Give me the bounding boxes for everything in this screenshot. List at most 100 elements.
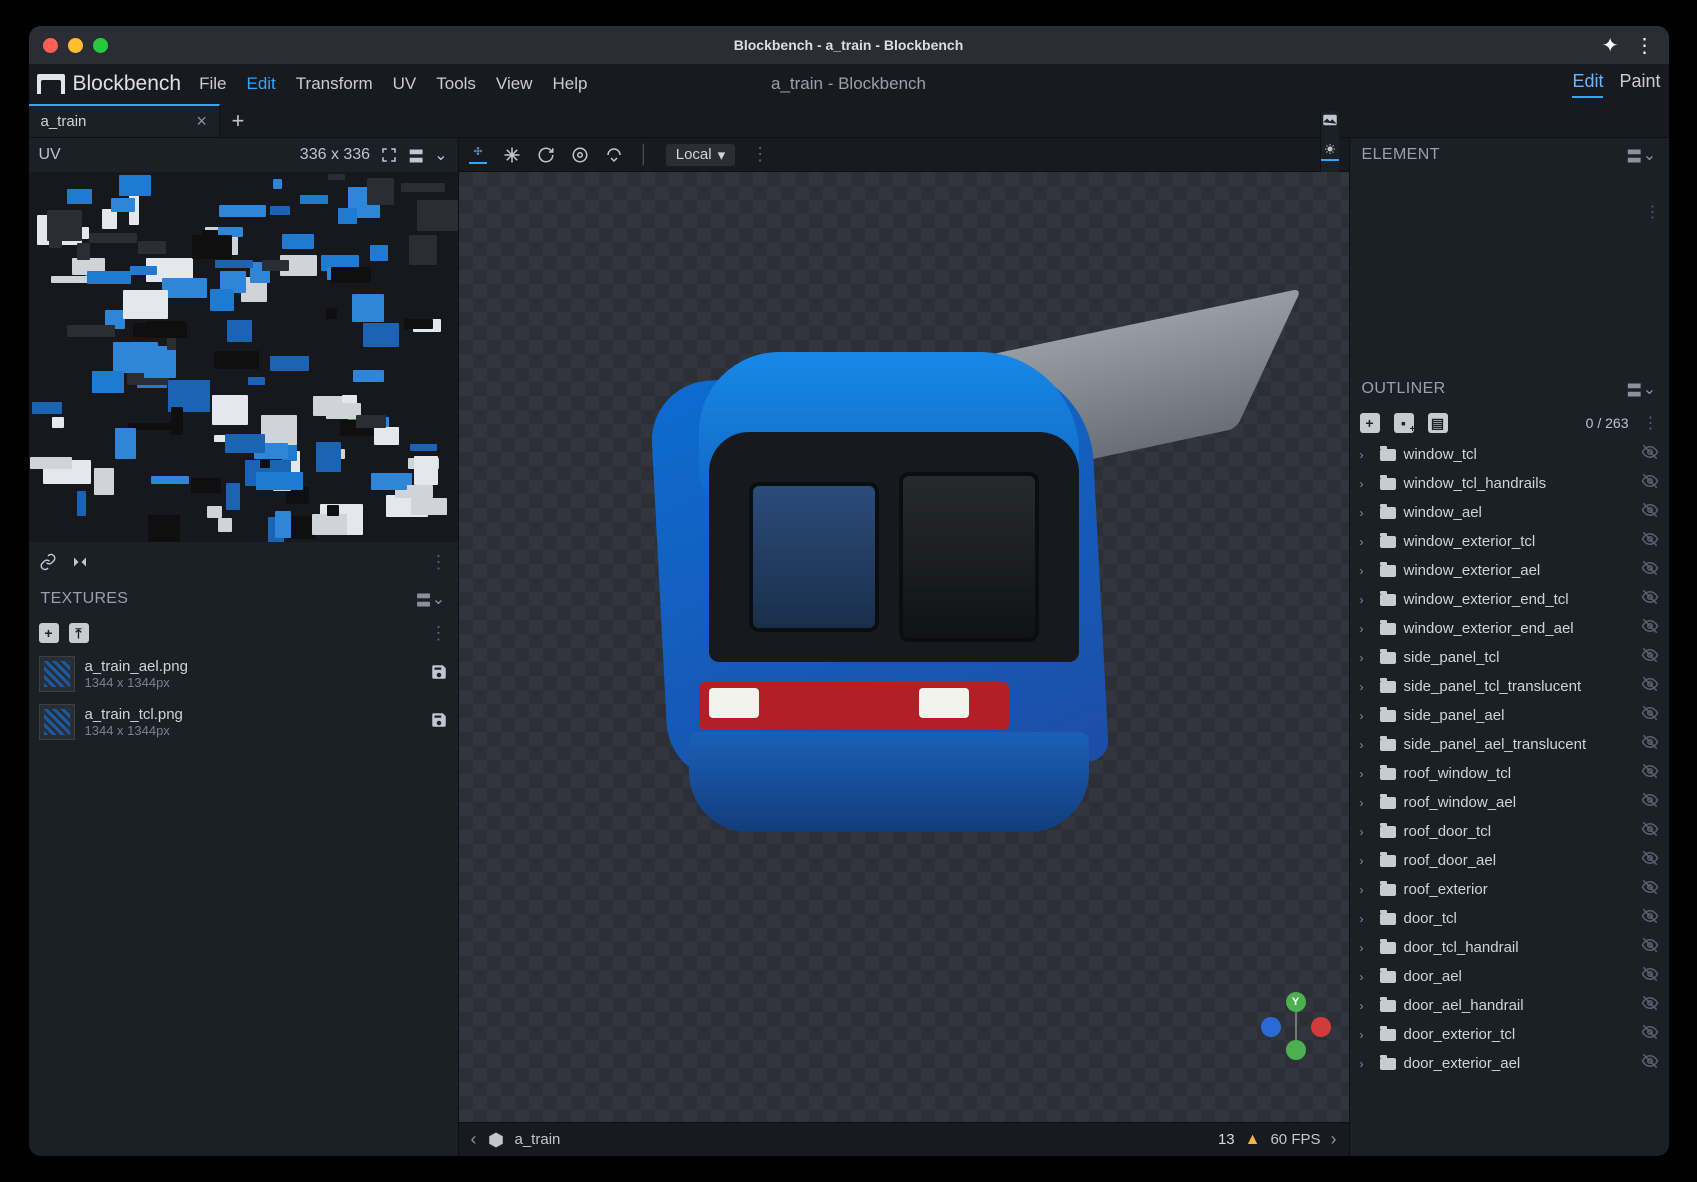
overflow-menu-icon[interactable]: ⋮ — [1635, 33, 1655, 58]
add-texture-button[interactable]: + — [39, 623, 59, 643]
textures-overflow-icon[interactable]: ⋮ — [430, 623, 448, 644]
texture-item[interactable]: a_train_tcl.png 1344 x 1344px — [29, 698, 458, 746]
element-options-icon[interactable]: 〓 — [1626, 143, 1642, 167]
element-chevron-icon[interactable]: ⌄ — [1643, 145, 1657, 165]
close-tab-icon[interactable]: × — [196, 111, 207, 132]
outliner-chevron-icon[interactable]: ⌄ — [1643, 379, 1657, 399]
menu-item-view[interactable]: View — [496, 74, 533, 94]
visibility-icon[interactable] — [1641, 878, 1659, 901]
outliner-item[interactable]: › roof_door_tcl — [1350, 817, 1669, 846]
shading-icon[interactable] — [1321, 143, 1339, 161]
outliner-item[interactable]: › window_exterior_end_ael — [1350, 614, 1669, 643]
element-overflow-icon[interactable]: ⋮ — [1645, 202, 1661, 222]
outliner-item[interactable]: › roof_window_ael — [1350, 788, 1669, 817]
add-cube-button[interactable]: + — [1360, 413, 1380, 433]
expand-icon[interactable]: › — [1360, 883, 1372, 897]
expand-icon[interactable]: › — [1360, 593, 1372, 607]
visibility-icon[interactable] — [1641, 849, 1659, 872]
visibility-icon[interactable] — [1641, 965, 1659, 988]
save-texture-icon[interactable] — [430, 711, 448, 734]
viewport-overflow-icon[interactable]: ⋮ — [751, 144, 769, 165]
outliner-item[interactable]: › door_ael_handrail — [1350, 991, 1669, 1020]
outliner-item[interactable]: › door_tcl — [1350, 904, 1669, 933]
import-texture-button[interactable]: ⤒ — [69, 623, 89, 643]
visibility-icon[interactable] — [1641, 733, 1659, 756]
outliner-item[interactable]: › door_exterior_tcl — [1350, 1020, 1669, 1049]
menu-item-transform[interactable]: Transform — [296, 74, 373, 94]
file-tab[interactable]: a_train × — [29, 104, 220, 137]
axis-x-icon[interactable] — [1311, 1017, 1331, 1037]
breadcrumb-forward-icon[interactable]: › — [1331, 1129, 1337, 1150]
expand-icon[interactable]: › — [1360, 622, 1372, 636]
outliner-overflow-icon[interactable]: ⋮ — [1643, 413, 1659, 433]
outliner-item[interactable]: › door_ael — [1350, 962, 1669, 991]
outliner-item[interactable]: › window_exterior_ael — [1350, 556, 1669, 585]
add-tab-button[interactable]: + — [220, 104, 256, 137]
visibility-icon[interactable] — [1641, 617, 1659, 640]
breadcrumb-back-icon[interactable]: ‹ — [471, 1129, 477, 1150]
expand-icon[interactable]: › — [1360, 535, 1372, 549]
outliner-item[interactable]: › door_exterior_ael — [1350, 1049, 1669, 1078]
expand-icon[interactable]: › — [1360, 506, 1372, 520]
visibility-icon[interactable] — [1641, 1023, 1659, 1046]
expand-icon[interactable]: › — [1360, 448, 1372, 462]
axis-center-icon[interactable] — [1286, 1040, 1306, 1060]
pivot-tool-icon[interactable] — [571, 146, 589, 164]
move-tool-icon[interactable] — [469, 146, 487, 164]
outliner-item[interactable]: › window_exterior_tcl — [1350, 527, 1669, 556]
visibility-icon[interactable] — [1641, 675, 1659, 698]
visibility-icon[interactable] — [1641, 646, 1659, 669]
close-window-button[interactable] — [43, 38, 58, 53]
outliner-item[interactable]: › side_panel_tcl_translucent — [1350, 672, 1669, 701]
outliner-item[interactable]: › window_exterior_end_tcl — [1350, 585, 1669, 614]
visibility-icon[interactable] — [1641, 936, 1659, 959]
resize-tool-icon[interactable] — [503, 146, 521, 164]
outliner-item[interactable]: › side_panel_tcl — [1350, 643, 1669, 672]
textures-options-icon[interactable]: 〓 — [415, 587, 431, 611]
outliner-item[interactable]: › window_tcl_handrails — [1350, 469, 1669, 498]
mode-tab-paint[interactable]: Paint — [1619, 71, 1660, 98]
outliner-item[interactable]: › roof_window_tcl — [1350, 759, 1669, 788]
expand-icon[interactable]: › — [1360, 912, 1372, 926]
expand-icon[interactable]: › — [1360, 1057, 1372, 1071]
expand-icon[interactable]: › — [1360, 854, 1372, 868]
menu-item-tools[interactable]: Tools — [436, 74, 476, 94]
expand-icon[interactable]: › — [1360, 796, 1372, 810]
menu-item-help[interactable]: Help — [552, 74, 587, 94]
expand-icon[interactable]: › — [1360, 738, 1372, 752]
viewport-3d-canvas[interactable]: Y — [459, 172, 1349, 1122]
visibility-icon[interactable] — [1641, 530, 1659, 553]
visibility-icon[interactable] — [1641, 501, 1659, 524]
visibility-icon[interactable] — [1641, 994, 1659, 1017]
expand-icon[interactable]: › — [1360, 680, 1372, 694]
outliner-item[interactable]: › side_panel_ael — [1350, 701, 1669, 730]
warning-count[interactable]: 13 — [1218, 1131, 1235, 1148]
background-icon[interactable] — [1321, 111, 1339, 129]
menu-item-file[interactable]: File — [199, 74, 226, 94]
visibility-icon[interactable] — [1641, 762, 1659, 785]
warning-icon[interactable]: ▲ — [1245, 1131, 1261, 1149]
visibility-icon[interactable] — [1641, 1052, 1659, 1075]
axis-gizmo[interactable]: Y — [1261, 992, 1331, 1062]
outliner-item[interactable]: › side_panel_ael_translucent — [1350, 730, 1669, 759]
outliner-item[interactable]: › roof_exterior — [1350, 875, 1669, 904]
axis-z-icon[interactable] — [1261, 1017, 1281, 1037]
visibility-icon[interactable] — [1641, 559, 1659, 582]
rotate-tool-icon[interactable] — [537, 146, 555, 164]
transform-space-dropdown[interactable]: Local▾ — [666, 144, 735, 166]
mode-tab-edit[interactable]: Edit — [1572, 71, 1603, 98]
menu-item-edit[interactable]: Edit — [246, 74, 275, 94]
visibility-icon[interactable] — [1641, 820, 1659, 843]
mirror-icon[interactable] — [71, 553, 89, 571]
expand-icon[interactable]: › — [1360, 999, 1372, 1013]
uv-chevron-icon[interactable]: ⌄ — [434, 145, 447, 165]
outliner-item[interactable]: › door_tcl_handrail — [1350, 933, 1669, 962]
expand-icon[interactable]: › — [1360, 1028, 1372, 1042]
uv-options-icon[interactable]: 〓 — [408, 143, 424, 167]
fullscreen-icon[interactable] — [380, 146, 398, 164]
menu-item-uv[interactable]: UV — [393, 74, 417, 94]
expand-icon[interactable]: › — [1360, 564, 1372, 578]
outliner-item[interactable]: › roof_door_ael — [1350, 846, 1669, 875]
link-icon[interactable] — [39, 553, 57, 571]
add-group-button[interactable]: ▪+ — [1394, 413, 1414, 433]
